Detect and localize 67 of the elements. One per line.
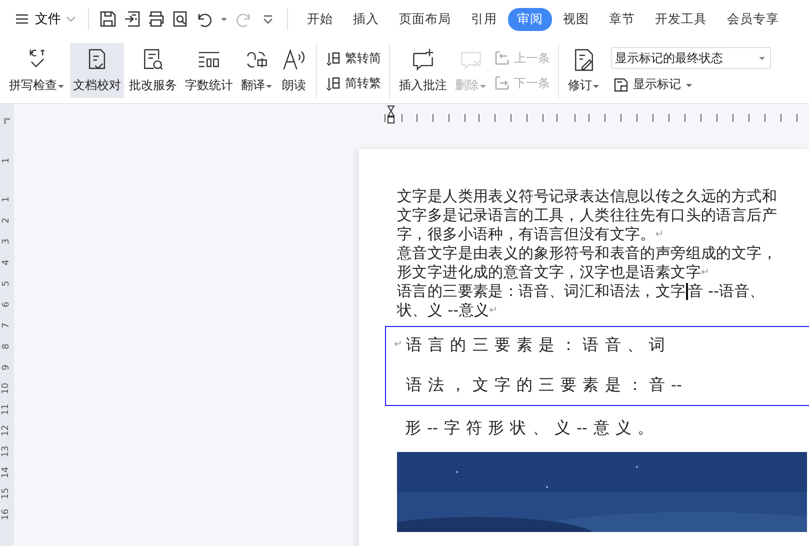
spaced-text: 语 言 的 三 要 素 是 ： 语 音 、 词 [406, 334, 666, 356]
ruler-number: 12 [0, 424, 12, 436]
ribbon-button[interactable]: 文档校对 [70, 43, 124, 98]
previous-comment-icon [494, 50, 510, 66]
paragraph-mark: ↵ [489, 304, 498, 318]
ribbon-tab[interactable]: 审阅 [508, 8, 552, 30]
ribbon-button[interactable]: 简转繁 [323, 74, 383, 92]
paragraph-text: 音 --语音、 [688, 282, 765, 301]
paragraph-text: 形文字进化成的意音文字，汉字也是语素文字 [397, 263, 701, 282]
spaced-text: 语 法 ， 文 字 的 三 要 素 是 ： 音 -- [406, 374, 683, 396]
ribbon-tab[interactable]: 插入 [344, 8, 388, 30]
ruler-number: 4 [0, 260, 12, 266]
show-markup-icon [613, 76, 629, 92]
ruler-number: 16 [0, 508, 12, 520]
ruler-number: 10 [0, 382, 12, 394]
ruler-number: 1 [0, 196, 12, 202]
file-menu[interactable]: 文件 [12, 8, 78, 30]
chevron-down-icon [66, 14, 76, 24]
paragraph-text: 文字多是记录语言的工具，人类往往先有口头的语言后产 [397, 206, 777, 225]
ruler-number: 6 [0, 302, 12, 308]
markup-select[interactable]: 显示标记的最终状态 [611, 47, 771, 69]
paragraph-text: 意音文字是由表义的象形符号和表音的声旁组成的文字， [397, 244, 777, 263]
paragraph-mark: ↵ [701, 266, 710, 280]
ruler-number: 2 [0, 218, 12, 224]
traditional-to-simplified-icon [325, 50, 341, 66]
ribbon-tab[interactable]: 章节 [600, 8, 644, 30]
paragraph-mark: ↵ [655, 228, 664, 242]
ribbon-button[interactable]: 繁转简 [323, 48, 383, 68]
paragraph-text: 文字是人类用表义符号记录表达信息以传之久远的方式和 [397, 187, 777, 206]
ribbon-tab[interactable]: 开始 [298, 8, 342, 30]
next-comment-icon [494, 75, 510, 91]
paragraph-text: 语言的三要素是：语音、词汇和语法，文字 [397, 282, 686, 301]
ribbon-button[interactable]: 朗读 [278, 43, 310, 98]
paragraph-text: 字，很多小语种，有语言但没有文字。 [397, 225, 656, 244]
ribbon-button[interactable]: 拼写检查 [6, 43, 68, 98]
ruler-corner-icon [4, 118, 10, 124]
ribbon-button[interactable]: 翻译 [238, 43, 276, 98]
paragraph-mark: ↵ [394, 339, 402, 350]
ruler-number: 11 [0, 404, 12, 416]
paragraph-text: 状、义 --意义 [397, 301, 490, 320]
ruler-number: 7 [0, 322, 12, 328]
ribbon-button[interactable]: 修订 [565, 43, 603, 98]
ruler-number: 3 [0, 238, 12, 244]
save-icon[interactable] [99, 10, 117, 28]
ribbon-tab[interactable]: 会员专享 [718, 8, 788, 30]
ruler-number: 5 [0, 280, 12, 286]
ruler-number: 15 [0, 488, 12, 500]
text-cursor [686, 283, 688, 300]
ribbon-button[interactable]: 显示标记 [611, 75, 771, 94]
ruler-number: 8 [0, 344, 12, 350]
export-document-icon[interactable] [123, 10, 141, 28]
spaced-text: 形 -- 字 符 形 状 、 义 -- 意 义 。 [405, 417, 655, 439]
ribbon-tab[interactable]: 视图 [554, 8, 598, 30]
ribbon-tab[interactable]: 引用 [462, 8, 506, 30]
add-comment-icon [410, 47, 436, 73]
ruler-number: 14 [0, 466, 12, 478]
print-icon[interactable] [147, 10, 165, 28]
ribbon-tab[interactable]: 开发工具 [646, 8, 716, 30]
ruler-number: 9 [0, 364, 12, 370]
ribbon-button[interactable]: 批改服务 [126, 43, 180, 98]
ruler-number: 1 [0, 158, 12, 164]
print-preview-icon[interactable] [171, 10, 189, 28]
ribbon-tab[interactable]: 页面布局 [390, 8, 460, 30]
ribbon-button[interactable]: 插入批注 [396, 43, 450, 98]
ruler-number: 13 [0, 446, 12, 458]
simplified-to-traditional-icon [325, 75, 341, 91]
ribbon-button[interactable]: 字数统计 [182, 43, 236, 98]
